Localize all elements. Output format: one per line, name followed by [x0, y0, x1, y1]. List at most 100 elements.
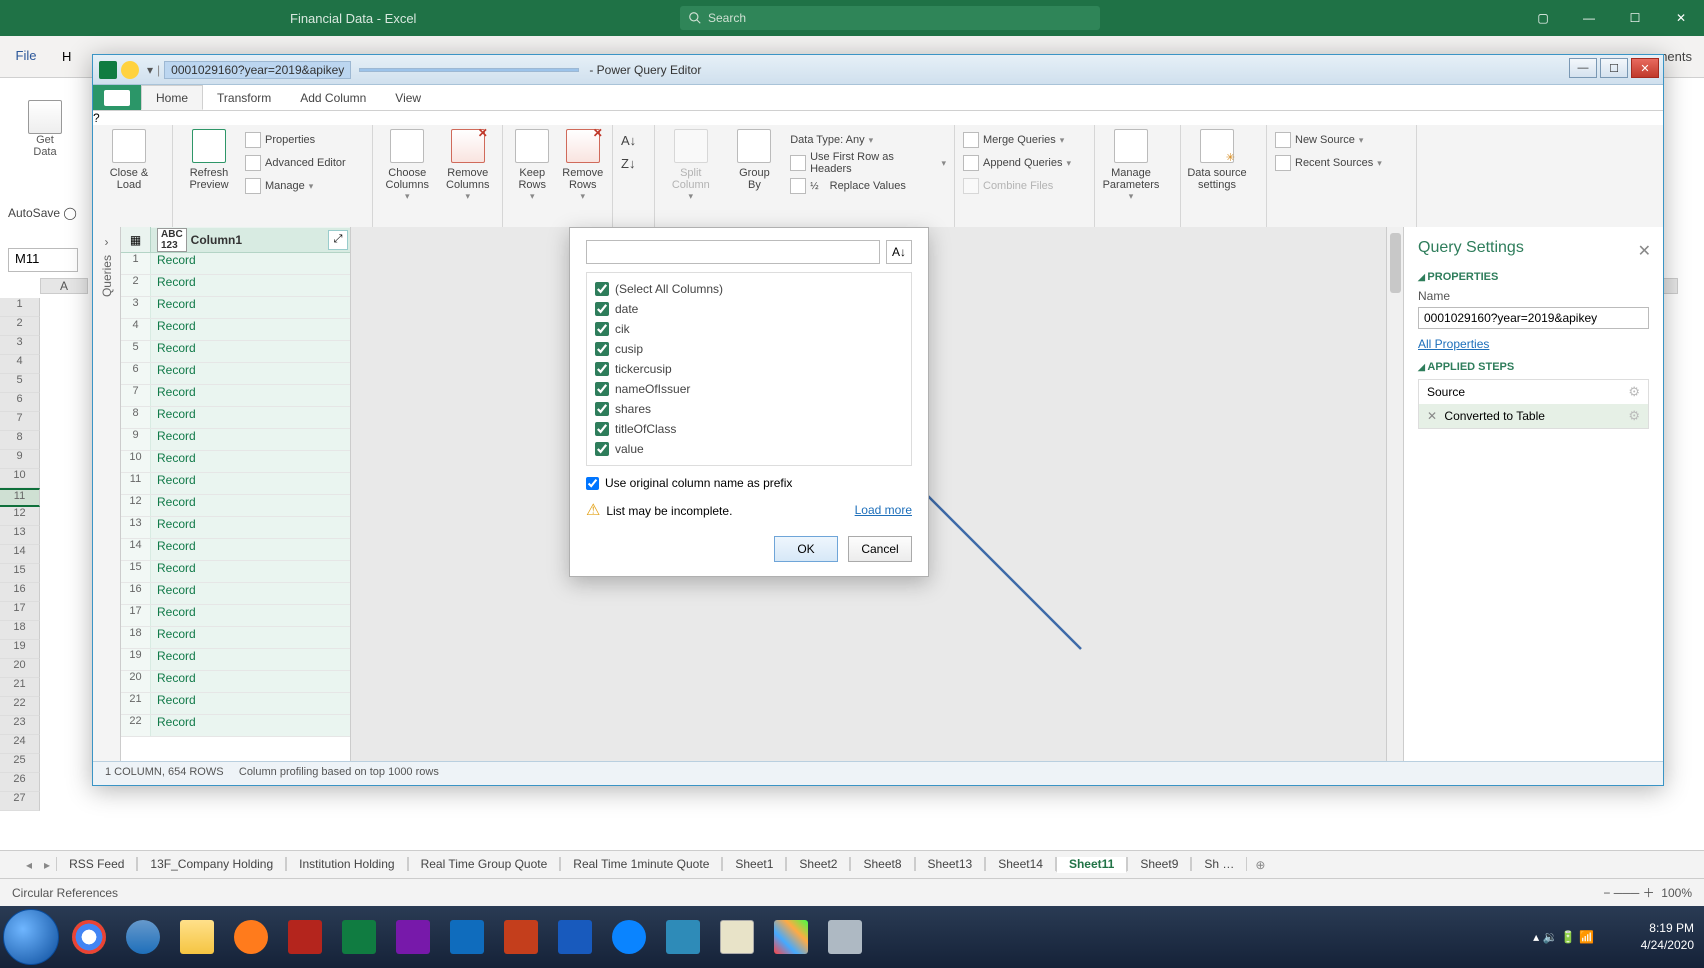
- table-row[interactable]: 9Record: [121, 429, 350, 451]
- gear-icon[interactable]: ⚙: [1628, 384, 1640, 400]
- sheet-tab[interactable]: Real Time Group Quote: [408, 857, 561, 871]
- sheet-nav-next[interactable]: ▸: [38, 858, 56, 872]
- row-header[interactable]: 19: [0, 640, 40, 659]
- acrobat-icon[interactable]: [280, 916, 330, 958]
- data-source-settings-button[interactable]: ✳Data source settings: [1189, 129, 1245, 221]
- autosave-toggle[interactable]: AutoSave ◯: [8, 206, 77, 220]
- excel-search-box[interactable]: Search: [680, 6, 1100, 30]
- ribbon-options-icon[interactable]: ▢: [1520, 0, 1566, 36]
- applied-step[interactable]: Source⚙: [1419, 380, 1648, 404]
- query-name-input[interactable]: [1418, 307, 1649, 329]
- pq-close-button[interactable]: ✕: [1631, 58, 1659, 78]
- manage-button[interactable]: Manage: [245, 175, 346, 197]
- row-header[interactable]: 22: [0, 697, 40, 716]
- row-header[interactable]: 18: [0, 621, 40, 640]
- column-checkbox[interactable]: [595, 422, 609, 436]
- table-row[interactable]: 21Record: [121, 693, 350, 715]
- cancel-button[interactable]: Cancel: [848, 536, 912, 562]
- delete-step-icon[interactable]: ✕: [1427, 409, 1437, 423]
- column-checkbox[interactable]: [595, 402, 609, 416]
- table-options-icon[interactable]: ▦: [121, 227, 151, 252]
- queries-pane-collapsed[interactable]: › Queries: [93, 227, 121, 761]
- column-header-column1[interactable]: ABC123 Column1: [151, 228, 350, 252]
- table-row[interactable]: 12Record: [121, 495, 350, 517]
- pq-tab[interactable]: View: [381, 85, 436, 110]
- sheet-tab[interactable]: Sheet9: [1127, 857, 1191, 871]
- sheet-tab[interactable]: Sheet1: [722, 857, 786, 871]
- table-row[interactable]: 17Record: [121, 605, 350, 627]
- use-prefix-checkbox[interactable]: [586, 477, 599, 490]
- row-header[interactable]: 20: [0, 659, 40, 678]
- row-header[interactable]: 4: [0, 355, 40, 374]
- sort-columns-button[interactable]: A↓: [886, 240, 912, 264]
- close-settings-button[interactable]: ✕: [1638, 241, 1651, 261]
- pq-tab[interactable]: Add Column: [286, 85, 381, 110]
- row-header[interactable]: 12: [0, 507, 40, 526]
- group-by-button[interactable]: Group By: [727, 129, 783, 221]
- all-properties-link[interactable]: All Properties: [1418, 337, 1649, 351]
- zoom-out[interactable]: −: [1603, 886, 1610, 900]
- append-queries-button[interactable]: Append Queries: [963, 152, 1071, 174]
- close-icon[interactable]: ✕: [1658, 0, 1704, 36]
- column-checkbox-row[interactable]: cik: [591, 319, 907, 339]
- excel-file-tab[interactable]: File: [0, 36, 52, 77]
- table-row[interactable]: 7Record: [121, 385, 350, 407]
- table-row[interactable]: 13Record: [121, 517, 350, 539]
- ok-button[interactable]: OK: [774, 536, 838, 562]
- table-row[interactable]: 14Record: [121, 539, 350, 561]
- excel-taskbar-icon[interactable]: [334, 916, 384, 958]
- remove-columns-button[interactable]: Remove Columns: [442, 129, 495, 221]
- sheet-nav-prev[interactable]: ◂: [20, 858, 38, 872]
- column-checkbox-row[interactable]: (Select All Columns): [591, 279, 907, 299]
- first-row-headers-button[interactable]: Use First Row as Headers: [790, 152, 946, 174]
- maximize-icon[interactable]: ☐: [1612, 0, 1658, 36]
- column-checkbox[interactable]: [595, 302, 609, 316]
- sort-desc-button[interactable]: Z↓: [621, 152, 636, 174]
- notepad-icon[interactable]: [712, 916, 762, 958]
- sheet-tab[interactable]: Sheet13: [915, 857, 986, 871]
- minimize-icon[interactable]: —: [1566, 0, 1612, 36]
- keep-rows-button[interactable]: Keep Rows: [511, 129, 554, 221]
- sheet-tab[interactable]: Sh …: [1191, 857, 1247, 871]
- system-tray[interactable]: ▴ 🔉 🔋 📶: [1533, 930, 1594, 944]
- table-row[interactable]: 4Record: [121, 319, 350, 341]
- table-row[interactable]: 16Record: [121, 583, 350, 605]
- row-header[interactable]: 1: [0, 298, 40, 317]
- replace-values-button[interactable]: ½ Replace Values: [790, 175, 946, 197]
- row-header[interactable]: 7: [0, 412, 40, 431]
- sheet-tab[interactable]: Real Time 1minute Quote: [560, 857, 722, 871]
- row-header[interactable]: 24: [0, 735, 40, 754]
- calculator-icon[interactable]: [820, 916, 870, 958]
- zoom-level[interactable]: 100%: [1661, 886, 1692, 900]
- taskbar-clock[interactable]: 8:19 PM4/24/2020: [1641, 920, 1694, 954]
- pq-file-tab[interactable]: [93, 85, 141, 110]
- data-type-button[interactable]: Data Type: Any: [790, 129, 946, 151]
- row-header[interactable]: 26: [0, 773, 40, 792]
- column-checkbox-row[interactable]: nameOfIssuer: [591, 379, 907, 399]
- properties-section[interactable]: PROPERTIES: [1418, 271, 1649, 283]
- row-header[interactable]: 14: [0, 545, 40, 564]
- properties-button[interactable]: Properties: [245, 129, 346, 151]
- table-row[interactable]: 8Record: [121, 407, 350, 429]
- ie-icon[interactable]: [118, 916, 168, 958]
- table-row[interactable]: 19Record: [121, 649, 350, 671]
- sheet-tab[interactable]: Sheet2: [786, 857, 850, 871]
- refresh-preview-button[interactable]: Refresh Preview: [181, 129, 237, 221]
- outlook-icon[interactable]: [442, 916, 492, 958]
- sheet-tab[interactable]: Institution Holding: [286, 857, 407, 871]
- column-checkbox[interactable]: [595, 342, 609, 356]
- merge-queries-button[interactable]: Merge Queries: [963, 129, 1071, 151]
- powerpoint-icon[interactable]: [496, 916, 546, 958]
- column-header-a[interactable]: A: [40, 278, 88, 294]
- chrome-icon[interactable]: [64, 916, 114, 958]
- split-column-button[interactable]: Split Column: [663, 129, 719, 221]
- column-checkbox[interactable]: [595, 442, 609, 456]
- row-header[interactable]: 23: [0, 716, 40, 735]
- pq-tab[interactable]: Home: [141, 85, 203, 110]
- row-header[interactable]: 10: [0, 469, 40, 488]
- column-search-input[interactable]: [586, 240, 880, 264]
- sheet-tab[interactable]: 13F_Company Holding: [137, 857, 286, 871]
- get-data-button[interactable]: Get Data: [10, 78, 80, 158]
- load-more-link[interactable]: Load more: [855, 503, 912, 517]
- row-header[interactable]: 25: [0, 754, 40, 773]
